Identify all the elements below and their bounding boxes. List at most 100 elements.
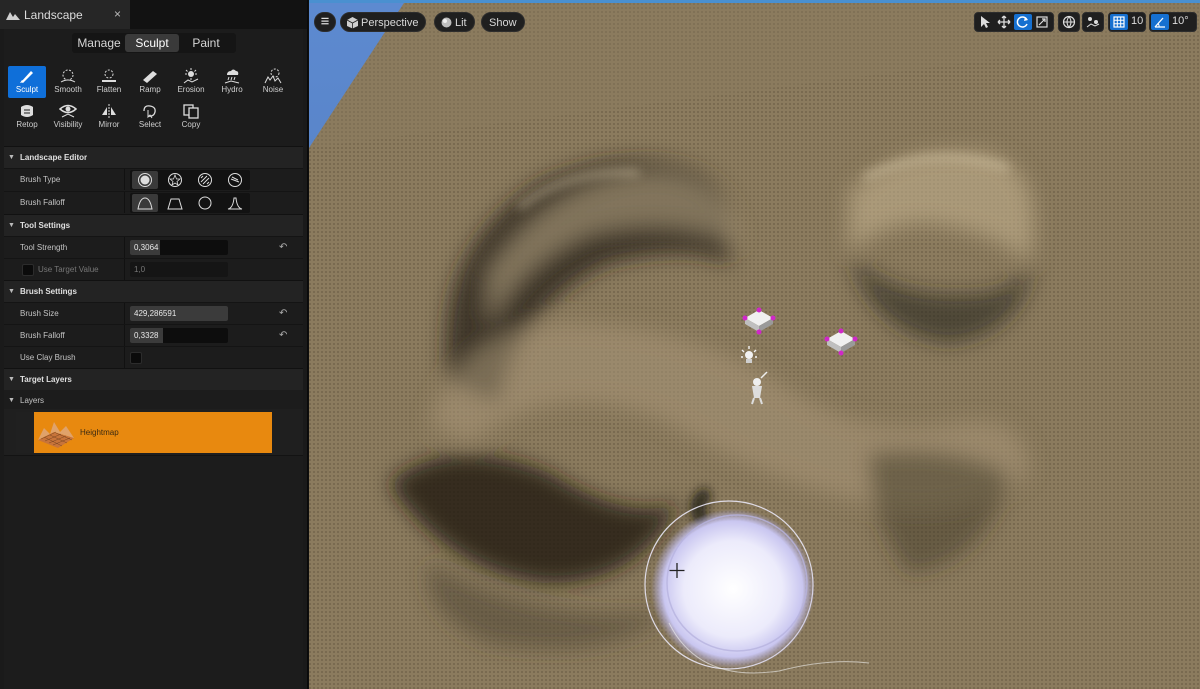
surface-snap-toggle[interactable]	[1082, 12, 1104, 32]
visibility-icon	[59, 104, 77, 118]
tool-label: Select	[138, 120, 162, 129]
translate-mode-button[interactable]	[995, 14, 1013, 30]
clay-brush-row: Use Clay Brush	[4, 346, 303, 368]
tool-flatten[interactable]: Flatten	[90, 66, 128, 98]
tool-ramp[interactable]: Ramp	[131, 66, 169, 98]
hydro-icon	[224, 69, 240, 84]
perspective-button[interactable]: Perspective	[340, 12, 427, 32]
falloff-smooth[interactable]	[132, 194, 158, 212]
linear-falloff-icon	[167, 198, 183, 210]
lit-mode-button[interactable]: Lit	[434, 12, 475, 32]
brush-falloff-field[interactable]: 0,3328	[130, 328, 228, 343]
tool-label: Mirror	[98, 120, 120, 129]
tip-falloff-icon	[227, 197, 243, 210]
column-divider	[124, 169, 125, 190]
mode-manage-button[interactable]: Manage	[73, 34, 125, 52]
section-title: Brush Settings	[20, 287, 77, 296]
reset-arrow-icon[interactable]: ↶	[279, 237, 287, 259]
tool-select[interactable]: Select	[131, 101, 169, 133]
brush-type-component[interactable]	[222, 171, 248, 189]
tool-label: Copy	[181, 120, 201, 129]
caret-down-icon: ▼	[8, 376, 15, 383]
tool-visibility[interactable]: Visibility	[49, 101, 87, 133]
surface-snap-button[interactable]	[1084, 14, 1102, 30]
show-button[interactable]: Show	[481, 12, 525, 32]
falloff-spherical[interactable]	[192, 194, 218, 212]
spherical-falloff-icon	[198, 196, 212, 210]
tool-mirror[interactable]: Mirror	[90, 101, 128, 133]
tool-hydro[interactable]: Hydro	[213, 66, 251, 98]
reset-arrow-icon[interactable]: ↶	[279, 325, 287, 347]
tool-copy[interactable]: Copy	[172, 101, 210, 133]
tool-sculpt[interactable]: Sculpt	[8, 66, 46, 98]
caret-down-icon: ▼	[8, 154, 15, 161]
target-value-field[interactable]: 1,0	[130, 262, 228, 277]
landscape-scene[interactable]	[309, 3, 1200, 689]
target-value: 1,0	[134, 265, 146, 274]
tool-strength-field[interactable]: 0,3064	[130, 240, 228, 255]
brush-falloff-selector	[130, 193, 250, 213]
layer-heightmap[interactable]: Heightmap	[34, 412, 272, 453]
column-divider	[124, 259, 125, 280]
brush-size-row: Brush Size 429,286591 ↶	[4, 302, 303, 324]
retopologize-icon	[21, 105, 33, 117]
column-divider	[124, 325, 125, 346]
reset-arrow-icon[interactable]: ↶	[279, 303, 287, 325]
use-target-value-checkbox[interactable]	[22, 264, 34, 276]
viewport-menu-button[interactable]	[314, 12, 336, 32]
rotation-snap-value[interactable]: 10°	[1172, 15, 1189, 27]
section-landscape-editor[interactable]: ▼ Landscape Editor	[4, 146, 303, 168]
rotate-mode-button[interactable]	[1014, 14, 1032, 30]
world-space-button[interactable]	[1060, 14, 1078, 30]
grid-snap-group: 10	[1108, 12, 1146, 32]
scale-icon	[1036, 16, 1048, 28]
select-mode-button[interactable]	[976, 14, 994, 30]
scale-mode-button[interactable]	[1033, 14, 1051, 30]
brush-falloff-value: 0,3328	[134, 331, 159, 340]
tool-strength-value: 0,3064	[134, 243, 159, 252]
pattern-brush-icon	[198, 173, 212, 187]
section-tool-settings[interactable]: ▼ Tool Settings	[4, 214, 303, 236]
tool-smooth[interactable]: Smooth	[49, 66, 87, 98]
clay-brush-label: Use Clay Brush	[20, 353, 76, 362]
select-icon	[143, 105, 156, 119]
brush-type-alpha[interactable]	[162, 171, 188, 189]
heightmap-thumbnail-icon	[38, 422, 74, 448]
show-label: Show	[489, 17, 517, 29]
falloff-tip[interactable]	[222, 194, 248, 212]
world-local-toggle[interactable]	[1058, 12, 1080, 32]
tool-label: Noise	[262, 85, 284, 94]
landscape-mode-icon	[6, 11, 20, 20]
brush-size-field[interactable]: 429,286591	[130, 306, 228, 321]
section-title: Landscape Editor	[20, 153, 88, 162]
viewport[interactable]: Perspective Lit Show 10 10°	[309, 0, 1200, 689]
tool-erosion[interactable]: Erosion	[172, 66, 210, 98]
grid-snap-button[interactable]	[1110, 14, 1128, 30]
section-brush-settings[interactable]: ▼ Brush Settings	[4, 280, 303, 302]
brush-type-pattern[interactable]	[192, 171, 218, 189]
alpha-brush-icon	[168, 173, 182, 187]
rotation-snap-button[interactable]	[1151, 14, 1169, 30]
tool-retop[interactable]: Retop	[8, 101, 46, 133]
tool-label: Visibility	[53, 120, 83, 129]
falloff-linear[interactable]	[162, 194, 188, 212]
section-target-layers[interactable]: ▼ Target Layers	[4, 368, 303, 390]
grid-snap-value[interactable]: 10	[1131, 15, 1143, 27]
tool-label: Smooth	[54, 85, 82, 94]
panel-tab-landscape[interactable]: Landscape ×	[0, 0, 130, 29]
use-target-value-label: Use Target Value	[38, 265, 99, 274]
mode-switcher: Manage Sculpt Paint	[72, 33, 236, 53]
clay-brush-checkbox[interactable]	[130, 352, 142, 364]
tool-noise[interactable]: Noise	[254, 66, 292, 98]
mirror-icon	[102, 104, 116, 118]
mode-paint-button[interactable]: Paint	[179, 34, 233, 52]
hamburger-menu-icon	[321, 17, 329, 25]
brush-type-circle[interactable]	[132, 171, 158, 189]
column-divider	[124, 347, 125, 368]
tool-label: Erosion	[177, 85, 205, 94]
close-tab-icon[interactable]: ×	[114, 7, 121, 21]
mode-sculpt-button[interactable]: Sculpt	[125, 34, 179, 52]
angle-icon	[1154, 17, 1165, 28]
panel-body: Manage Sculpt Paint Sculpt Smooth Flatte…	[4, 29, 303, 689]
smooth-falloff-icon	[137, 197, 153, 210]
